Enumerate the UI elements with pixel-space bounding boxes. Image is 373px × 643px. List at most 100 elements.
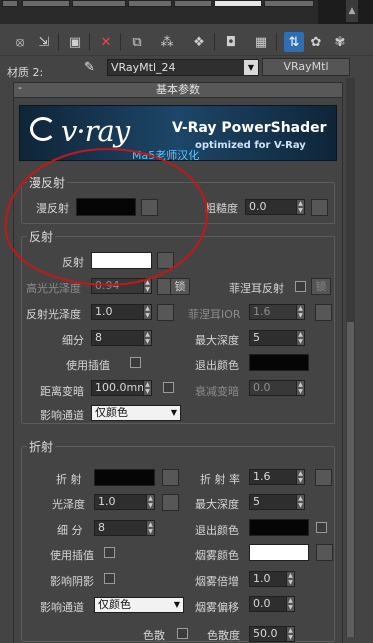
- spinner-arrows-icon[interactable]: ▲ ▼: [286, 597, 294, 611]
- refr-affect-channels-value: 仅颜色: [98, 598, 131, 611]
- toolbar-divider: [214, 33, 215, 51]
- reflect-color-swatch[interactable]: [91, 252, 152, 269]
- refr-exit-color-label: 退出颜色: [195, 524, 239, 537]
- roughness-value: 0.0: [249, 200, 267, 213]
- refract-color-swatch[interactable]: [94, 469, 155, 486]
- refl-gloss-spinner[interactable]: 1.0 ▲ ▼: [91, 304, 152, 320]
- chevron-down-icon[interactable]: ▼: [171, 406, 177, 420]
- spinner-arrows-icon[interactable]: ▲ ▼: [296, 200, 304, 214]
- chevron-down-icon[interactable]: ▼: [244, 60, 258, 75]
- refl-affect-channels-dropdown[interactable]: 仅颜色 ▼: [91, 405, 181, 421]
- spinner-arrows-icon[interactable]: ▲ ▼: [286, 572, 294, 586]
- ior-spinner[interactable]: 1.6 ▲ ▼: [249, 469, 305, 485]
- spinner-arrows-icon[interactable]: ▲ ▼: [143, 381, 151, 395]
- roughness-spinner[interactable]: 0.0 ▲ ▼: [245, 199, 305, 215]
- put-to-scene-icon[interactable]: ⇲: [34, 32, 54, 52]
- diffuse-map-button[interactable]: [141, 199, 158, 216]
- refr-max-depth-spinner[interactable]: 5 ▲ ▼: [249, 494, 305, 510]
- material-id-icon[interactable]: ◘: [221, 32, 241, 52]
- go-to-parent-icon[interactable]: ✿: [306, 32, 326, 52]
- pick-material-icon[interactable]: ⦻: [10, 32, 30, 52]
- spinner-arrows-icon[interactable]: ▲ ▼: [296, 305, 304, 319]
- sample-slot[interactable]: [72, 0, 126, 7]
- panel-scrollbar-thumb[interactable]: [347, 322, 354, 637]
- material-type-button[interactable]: VRayMtl: [262, 58, 350, 76]
- toolbar-divider: [89, 33, 90, 51]
- refl-gloss-map-button[interactable]: [157, 304, 174, 321]
- chevron-down-icon[interactable]: ▼: [174, 598, 180, 612]
- spinner-arrows-icon[interactable]: ▲ ▼: [286, 627, 294, 641]
- refr-subdivs-spinner[interactable]: 8 ▲ ▼: [94, 520, 155, 536]
- fresnel-lock-button[interactable]: 锁: [311, 278, 331, 295]
- refract-map-button[interactable]: [162, 469, 179, 486]
- spinner-arrows-icon[interactable]: ▲ ▼: [143, 305, 151, 319]
- spinner-arrows-icon[interactable]: ▲ ▼: [143, 279, 151, 293]
- basic-params-rollout-header[interactable]: - 基本参数: [13, 81, 343, 98]
- go-forward-icon[interactable]: ✾: [330, 32, 350, 52]
- refr-max-depth-value: 5: [253, 495, 260, 508]
- spinner-arrows-icon[interactable]: ▲ ▼: [296, 331, 304, 345]
- refr-gloss-spinner[interactable]: 1.0 ▲ ▼: [94, 494, 155, 510]
- fog-bias-spinner[interactable]: 0.0 ▲ ▼: [249, 596, 295, 612]
- ior-value: 1.6: [253, 470, 271, 483]
- make-unique-icon[interactable]: ⁂: [157, 32, 177, 52]
- hilight-lock-button[interactable]: 锁: [170, 278, 190, 295]
- abbe-spinner[interactable]: 50.0 ▲ ▼: [249, 626, 295, 642]
- refl-exit-color-swatch[interactable]: [249, 354, 309, 371]
- show-end-result-icon[interactable]: ⇅: [284, 32, 304, 52]
- fresnel-ior-spinner[interactable]: 1.6 ▲ ▼: [249, 304, 305, 320]
- hilight-gloss-spinner[interactable]: 0.94 ▲ ▼: [91, 278, 152, 294]
- sample-slot[interactable]: [22, 0, 70, 7]
- spinner-arrows-icon[interactable]: ▲ ▼: [296, 381, 304, 395]
- affect-shadows-checkbox[interactable]: [104, 573, 115, 584]
- banner-title: V-Ray PowerShader: [172, 120, 327, 136]
- spinner-arrows-icon[interactable]: ▲ ▼: [146, 495, 154, 509]
- put-to-library-icon[interactable]: ❖: [189, 32, 209, 52]
- roughness-map-button[interactable]: [311, 199, 328, 216]
- refl-max-depth-label: 最大深度: [195, 334, 239, 347]
- refr-affect-channels-dropdown[interactable]: 仅颜色 ▼: [94, 597, 184, 613]
- dispersion-checkbox[interactable]: [177, 628, 188, 639]
- eyedropper-icon[interactable]: ✎: [84, 60, 100, 76]
- refr-affect-channels-label: 影响通道: [40, 601, 84, 614]
- fresnel-ior-map-button[interactable]: [315, 304, 332, 321]
- diffuse-color-swatch[interactable]: [76, 198, 136, 216]
- sample-slot[interactable]: [2, 0, 18, 7]
- refl-use-interp-checkbox[interactable]: [130, 357, 141, 368]
- refr-exit-color-swatch[interactable]: [249, 519, 309, 536]
- hilight-gloss-label: 高光光泽度: [26, 282, 81, 295]
- sample-slot[interactable]: [128, 0, 172, 7]
- refl-max-depth-spinner[interactable]: 5 ▲ ▼: [249, 330, 305, 346]
- assign-material-icon[interactable]: ▣: [65, 32, 85, 52]
- sample-slot-active[interactable]: [214, 0, 262, 7]
- fresnel-label: 菲涅耳反射: [229, 282, 284, 295]
- fog-color-swatch[interactable]: [249, 544, 309, 561]
- refr-gloss-map-button[interactable]: [162, 494, 179, 511]
- fog-color-map-button[interactable]: [316, 544, 333, 561]
- dim-distance-spinner[interactable]: 100.0mm ▲ ▼: [91, 380, 152, 396]
- dim-falloff-spinner[interactable]: 0.0 ▲ ▼: [249, 380, 305, 396]
- toolbar-divider: [276, 33, 277, 51]
- fresnel-checkbox[interactable]: [295, 281, 306, 292]
- refr-subdivs-value: 8: [98, 521, 105, 534]
- reset-map-icon[interactable]: ✕: [96, 32, 116, 52]
- ior-map-button[interactable]: [315, 469, 332, 486]
- fog-mult-spinner[interactable]: 1.0 ▲ ▼: [249, 571, 295, 587]
- make-copy-icon[interactable]: ⧉: [127, 32, 147, 52]
- slots-scroll-arrow-icon[interactable]: ▲: [346, 0, 358, 22]
- reflect-map-button[interactable]: [157, 252, 174, 269]
- spinner-arrows-icon[interactable]: ▲ ▼: [143, 331, 151, 345]
- refr-exit-color-checkbox[interactable]: [316, 522, 327, 533]
- spinner-arrows-icon[interactable]: ▲ ▼: [296, 495, 304, 509]
- show-map-icon[interactable]: ▦: [251, 32, 271, 52]
- diffuse-label: 漫反射: [36, 202, 69, 215]
- dim-distance-checkbox[interactable]: [163, 382, 174, 393]
- material-name-combo[interactable]: VRayMtl_24 ▼: [107, 59, 259, 76]
- refl-subdivs-spinner[interactable]: 8 ▲ ▼: [91, 330, 152, 346]
- sample-slot[interactable]: [264, 0, 314, 7]
- spinner-arrows-icon[interactable]: ▲ ▼: [146, 521, 154, 535]
- spinner-arrows-icon[interactable]: ▲ ▼: [296, 470, 304, 484]
- refr-use-interp-checkbox[interactable]: [104, 547, 115, 558]
- material-name-value: VRayMtl_24: [111, 61, 176, 74]
- sample-slot[interactable]: [174, 0, 212, 7]
